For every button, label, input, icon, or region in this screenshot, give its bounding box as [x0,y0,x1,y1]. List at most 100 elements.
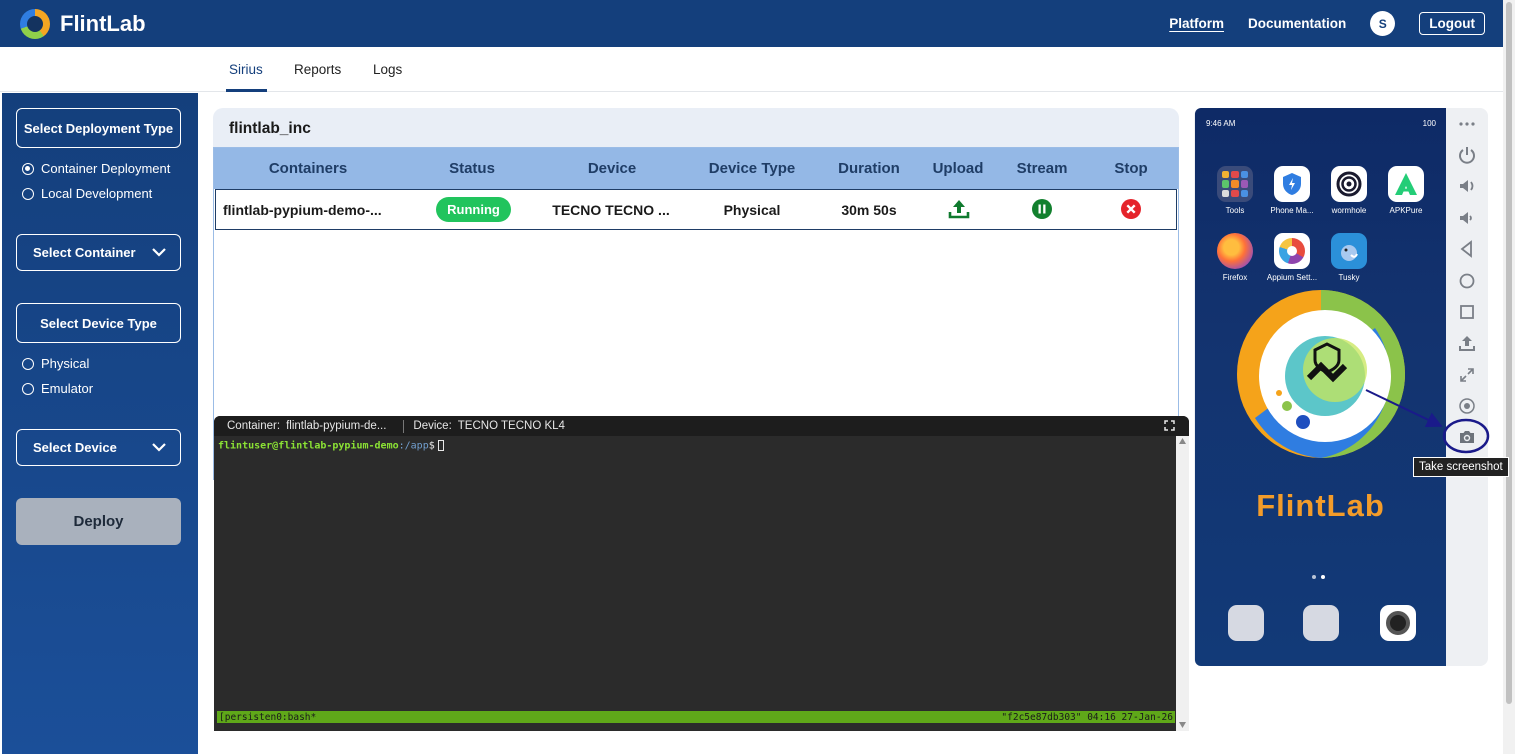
radio-physical[interactable]: Physical [22,356,89,371]
expand-icon[interactable] [1455,363,1479,387]
top-nav: Platform Documentation S Logout [1145,11,1485,36]
radio-selected-icon[interactable] [22,162,34,175]
brand[interactable]: FlintLab [20,8,146,39]
power-icon[interactable] [1455,143,1479,167]
tmux-status-left: [persisten0:bash* [219,711,317,723]
camera-app-icon[interactable] [1380,605,1416,641]
select-device-dropdown[interactable]: Select Device [16,429,181,466]
tab-reports[interactable]: Reports [294,62,341,77]
prompt-user: flintuser@flintlab-pypium-demo [218,440,399,452]
app-label: APKPure [1389,206,1423,215]
phone-status-bar: 9:46 AM 100 [1206,119,1436,128]
column-header: Stream [1016,160,1068,177]
select-device-type-button[interactable]: Select Device Type [16,303,181,343]
recent-apps-icon[interactable] [1455,300,1479,324]
appium-icon [1274,233,1310,269]
folder-icon [1217,166,1253,202]
app-tusky[interactable]: Tusky [1321,233,1377,282]
dock-folder-icon[interactable] [1228,605,1264,641]
app-appium-settings[interactable]: Appium Sett... [1264,233,1320,282]
status-badge: Running [436,197,511,222]
radio-unselected-icon[interactable] [22,357,34,370]
terminal-container-label: Container: [227,420,281,432]
radio-unselected-icon[interactable] [22,382,34,395]
page-scrollbar[interactable] [1503,0,1515,754]
app-firefox[interactable]: Firefox [1207,233,1263,282]
select-container-label: Select Container [33,245,136,260]
user-avatar[interactable]: S [1370,11,1396,36]
app-label: Tools [1225,206,1245,215]
nav-documentation-link[interactable]: Documentation [1248,16,1346,31]
logout-button[interactable]: Logout [1419,12,1485,35]
device-stream-panel: 9:46 AM 100 Tools Phone Ma... wormhole A… [1194,108,1488,666]
select-deployment-type-button[interactable]: Select Deployment Type [16,108,181,148]
phone-time: 9:46 AM [1206,119,1236,128]
column-header: Stop [1114,160,1148,177]
column-header: Upload [932,160,984,177]
dock-folder-icon[interactable] [1303,605,1339,641]
deploy-button[interactable]: Deploy [16,498,181,545]
app-phone-master[interactable]: Phone Ma... [1264,166,1320,215]
tusky-icon [1331,233,1367,269]
radio-label: Local Development [41,186,153,201]
radio-label: Emulator [41,381,94,396]
scroll-down-icon[interactable] [1179,722,1186,728]
app-label: Phone Ma... [1270,206,1314,215]
radio-emulator[interactable]: Emulator [22,381,93,396]
tab-sirius[interactable]: Sirius [229,62,263,77]
terminal-device-value: TECNO TECNO KL4 [457,420,565,432]
upload-file-icon[interactable] [1455,331,1479,355]
column-header: Device Type [708,160,796,177]
header-divider [403,419,405,433]
column-header: Device [587,160,637,177]
terminal-output[interactable]: flintuser@flintlab-pypium-demo:/app$ [218,440,444,452]
fullscreen-icon[interactable] [1164,420,1175,431]
radio-container-deployment[interactable]: Container Deployment [22,161,170,176]
app-wormhole[interactable]: wormhole [1321,166,1377,215]
duration-cell: 30m 50s [841,202,897,218]
table-row[interactable]: flintlab-pypium-demo-... Running TECNO T… [215,189,1177,230]
volume-up-icon[interactable] [1455,174,1479,198]
device-toolbar [1450,108,1488,666]
device-cell: TECNO TECNO ... [552,202,670,218]
scroll-up-icon[interactable] [1179,438,1186,444]
chevron-down-icon [152,248,166,257]
container-name-cell: flintlab-pypium-demo-... [223,202,382,218]
more-options-icon[interactable] [1455,112,1479,136]
screenshot-tooltip: Take screenshot [1413,457,1509,477]
radio-local-development[interactable]: Local Development [22,186,152,201]
phone-battery: 100 [1422,119,1436,128]
terminal-scrollbar[interactable] [1176,436,1189,731]
firefox-icon [1217,233,1253,269]
record-icon[interactable] [1455,394,1479,418]
app-apkpure[interactable]: APKPure [1378,166,1434,215]
terminal-cursor [437,440,444,451]
tmux-status-bar: [persisten0:bash* "f2c5e87db303" 04:16 2… [217,711,1175,723]
upload-icon[interactable] [947,197,971,221]
pause-stream-icon[interactable] [1031,198,1053,220]
column-header: Status [449,160,495,177]
page-scrollbar-thumb[interactable] [1506,2,1512,704]
radio-label: Physical [41,356,90,371]
nav-platform-link[interactable]: Platform [1169,16,1224,31]
app-tools[interactable]: Tools [1207,166,1263,215]
phone-brand-text: FlintLab [1256,488,1385,523]
camera-screenshot-icon[interactable] [1455,425,1479,449]
stop-icon[interactable] [1120,198,1142,220]
select-container-dropdown[interactable]: Select Container [16,234,181,271]
radio-unselected-icon[interactable] [22,187,34,200]
sidebar: Select Deployment Type Container Deploym… [2,93,198,754]
volume-down-icon[interactable] [1455,206,1479,230]
tab-logs[interactable]: Logs [373,62,402,77]
terminal-container-value: flintlab-pypium-de... [286,420,387,432]
back-icon[interactable] [1455,237,1479,261]
select-device-label: Select Device [33,440,117,455]
device-type-cell: Physical [723,202,781,218]
flintlab-logo-icon [20,8,50,39]
org-title: flintlab_inc [229,120,311,137]
active-tab-indicator [226,89,267,92]
page-indicator [1312,575,1330,579]
terminal-window[interactable]: Container: flintlab-pypium-de... Device:… [214,416,1189,731]
home-icon[interactable] [1455,269,1479,293]
phone-screen[interactable]: 9:46 AM 100 Tools Phone Ma... wormhole A… [1195,108,1446,666]
